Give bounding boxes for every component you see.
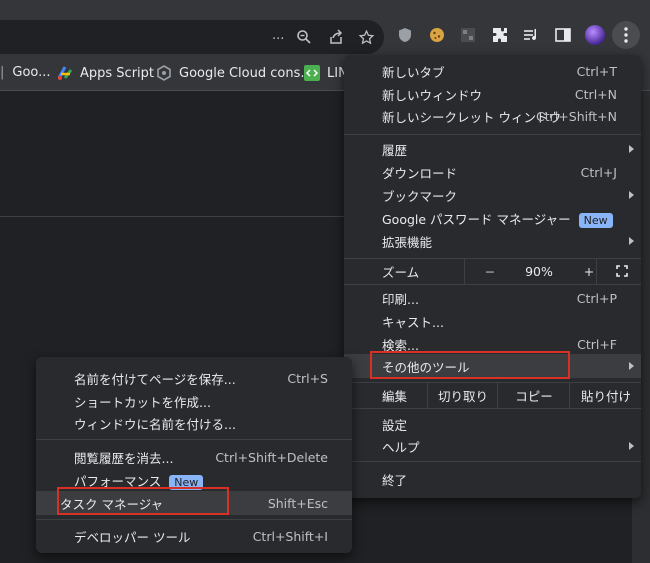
bookmark-cloud-console[interactable]: Google Cloud cons... — [156, 65, 313, 81]
menu-separator — [344, 134, 641, 135]
more-tools-submenu: 名前を付けてページを保存... Ctrl+S ショートカットを作成... ウィン… — [36, 357, 352, 553]
menu-create-shortcut[interactable]: ショートカットを作成... — [36, 390, 352, 412]
menu-separator — [344, 461, 641, 462]
bookmark-item[interactable]: | Goo... — [0, 65, 51, 80]
menu-new-tab[interactable]: 新しいタブ Ctrl+T — [344, 60, 641, 82]
menu-help[interactable]: ヘルプ — [344, 435, 641, 457]
menu-print[interactable]: 印刷... Ctrl+P — [344, 287, 641, 309]
address-ellipsis: ... — [272, 28, 285, 43]
menu-new-window[interactable]: 新しいウィンドウ Ctrl+N — [344, 83, 641, 105]
bookmark-line[interactable]: LIN — [304, 65, 348, 81]
zoom-out-button[interactable]: − — [464, 258, 515, 284]
puzzle-icon[interactable] — [486, 21, 514, 49]
menu-separator — [344, 284, 641, 285]
star-icon[interactable] — [352, 23, 380, 51]
code-icon — [304, 65, 320, 81]
menu-clear-data[interactable]: 閲覧履歴を消去... Ctrl+Shift+Delete — [36, 446, 352, 468]
chevron-right-icon — [629, 362, 634, 370]
chrome-main-menu: 新しいタブ Ctrl+T 新しいウィンドウ Ctrl+N 新しいシークレット ウ… — [344, 55, 641, 498]
share-icon[interactable] — [322, 23, 350, 51]
bookmark-divider: | — [0, 65, 5, 80]
menu-devtools[interactable]: デベロッパー ツール Ctrl+Shift+I — [36, 525, 352, 547]
apps-script-icon — [57, 65, 73, 81]
menu-downloads[interactable]: ダウンロード Ctrl+J — [344, 161, 641, 183]
media-icon[interactable] — [517, 21, 545, 49]
chevron-right-icon — [629, 191, 634, 199]
menu-cast[interactable]: キャスト... — [344, 310, 641, 332]
menu-password-manager-label: Google パスワード マネージャー — [382, 211, 571, 227]
address-bar[interactable]: ... — [0, 20, 384, 54]
chevron-right-icon — [629, 145, 634, 153]
copy-button[interactable]: コピー — [497, 382, 570, 408]
zoom-label: ズーム — [382, 264, 420, 280]
chevron-right-icon — [629, 237, 634, 245]
menu-separator — [36, 519, 352, 520]
menu-password-manager[interactable]: Google パスワード マネージャー New — [344, 207, 641, 229]
menu-incognito[interactable]: 新しいシークレット ウィンドウ Ctrl+Shift+N — [344, 105, 641, 127]
cut-button[interactable]: 切り取り — [427, 382, 498, 408]
browser-toolbar: ... — [0, 0, 650, 58]
menu-exit[interactable]: 終了 — [344, 468, 641, 490]
highlight-box-more-tools — [370, 351, 570, 379]
fullscreen-icon[interactable] — [596, 258, 647, 284]
menu-separator — [344, 408, 641, 409]
bookmark-label: Goo... — [12, 65, 51, 80]
shield-icon[interactable] — [391, 21, 419, 49]
new-badge: New — [578, 212, 613, 228]
paste-button[interactable]: 貼り付け — [569, 382, 642, 408]
edit-row: 編集 切り取り コピー 貼り付け — [344, 382, 641, 408]
menu-name-window[interactable]: ウィンドウに名前を付ける... — [36, 412, 352, 434]
zoom-icon[interactable] — [290, 23, 318, 51]
menu-history[interactable]: 履歴 — [344, 138, 641, 160]
zoom-row: ズーム − 90% + — [344, 258, 641, 284]
bookmark-label: Apps Script — [80, 65, 155, 81]
cookie-icon[interactable] — [423, 21, 451, 49]
menu-separator — [36, 439, 352, 440]
menu-extensions[interactable]: 拡張機能 — [344, 230, 641, 252]
zoom-value: 90% — [525, 263, 553, 279]
bookmark-label: Google Cloud cons... — [179, 65, 313, 81]
edit-label: 編集 — [382, 388, 408, 404]
extension-box-icon[interactable] — [454, 21, 482, 49]
menu-bookmarks[interactable]: ブックマーク — [344, 184, 641, 206]
menu-settings[interactable]: 設定 — [344, 413, 641, 435]
menu-save-page[interactable]: 名前を付けてページを保存... Ctrl+S — [36, 367, 352, 389]
chevron-right-icon — [629, 442, 634, 450]
more-vert-icon[interactable] — [612, 21, 640, 49]
profile-icon[interactable] — [581, 21, 609, 49]
bookmark-apps-script[interactable]: Apps Script — [57, 65, 154, 81]
highlight-box-task-manager — [57, 487, 229, 515]
sidepanel-icon[interactable] — [549, 21, 577, 49]
cloud-console-icon — [156, 65, 172, 81]
page-divider — [0, 216, 350, 217]
